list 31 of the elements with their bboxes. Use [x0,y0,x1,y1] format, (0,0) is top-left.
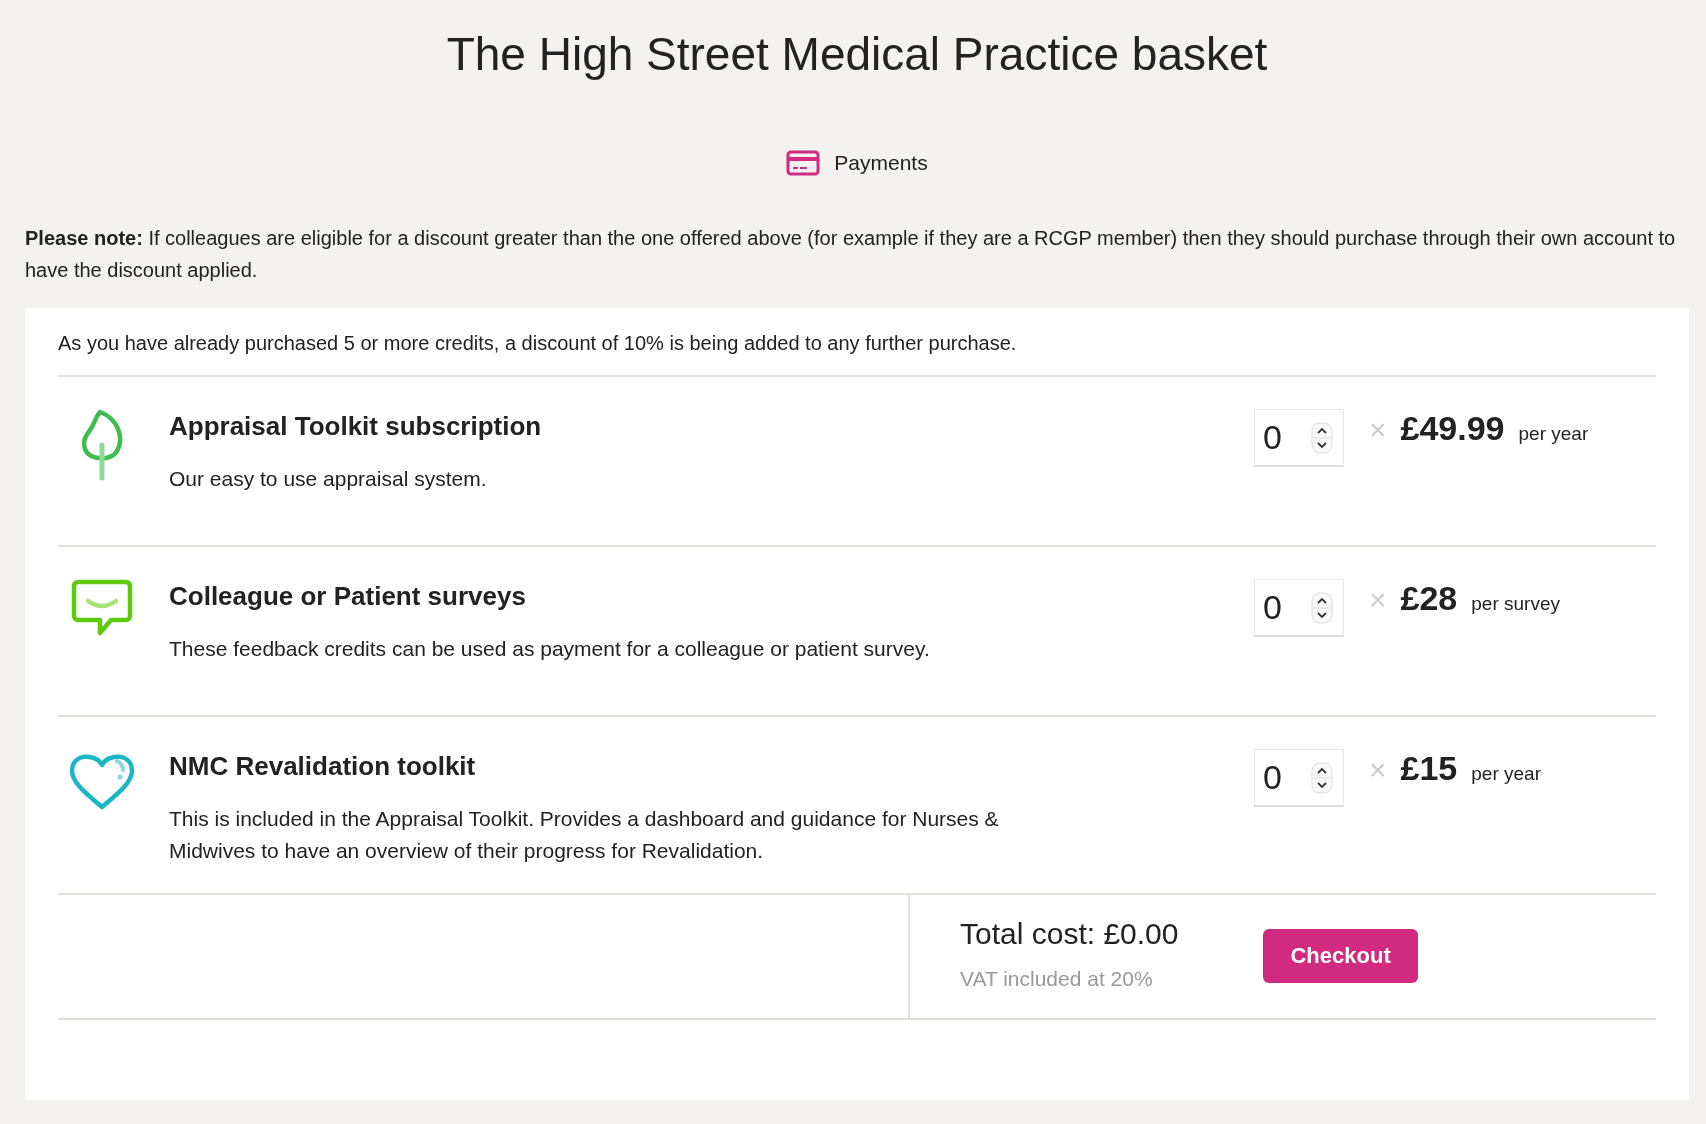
product-price: £49.99 [1400,409,1505,448]
product-name: NMC Revalidation toolkit [169,750,477,783]
quantity-field[interactable]: 0 [1254,409,1344,467]
price-unit: per year [1518,423,1589,445]
checkout-button[interactable]: Checkout [1263,929,1418,983]
product-description: Our easy to use appraisal system. [169,466,488,492]
product-price: £28 [1400,579,1458,618]
stepper-arrows-icon[interactable] [1311,591,1333,624]
price-unit: per survey [1471,593,1560,615]
price-unit: per year [1471,763,1541,785]
leaf-icon [79,409,125,483]
quantity-field[interactable]: 0 [1254,749,1344,807]
multiply-sign: × [1369,583,1387,617]
payments-link[interactable]: Payments [786,150,928,176]
stepper-arrows-icon[interactable] [1311,421,1333,454]
quantity-field[interactable]: 0 [1254,579,1344,637]
credit-card-icon [786,150,821,176]
product-description: These feedback credits can be used as payment for a colleague or patient survey. [169,636,931,662]
note-text: Please note: If colleagues are eligible for a discount greater than the one offered above (for example if they are a RCGP member) then they should purchase through their own account to have the discount applied. [25,226,1677,283]
product-price: £15 [1400,749,1458,788]
product-name: Colleague or Patient surveys [169,580,527,613]
speech-bubble-icon [71,579,133,637]
stepper-arrows-icon[interactable] [1311,761,1333,794]
page-title: The High Street Medical Practice basket [445,27,1269,82]
total-cost: Total cost: £0.00 [960,916,1179,952]
product-description: This is included in the Appraisal Toolkit. Provides a dashboard and guidance for Nurses & Midwives to have an overview of their progress for Revalidation. [169,806,1000,864]
product-name: Appraisal Toolkit subscription [169,410,543,443]
multiply-sign: × [1369,413,1387,447]
discount-message: As you have already purchased 5 or more credits, a discount of 10% is being added to any further purchase. [58,308,1656,377]
multiply-sign: × [1369,753,1387,787]
vat-note: VAT included at 20% [960,967,1154,991]
